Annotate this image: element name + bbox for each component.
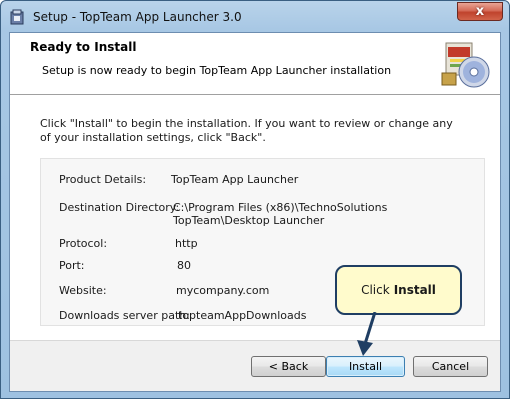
title-bar[interactable]: Setup - TopTeam App Launcher 3.0 x [1, 1, 509, 33]
cancel-button[interactable]: Cancel [413, 356, 488, 377]
back-button[interactable]: < Back [251, 356, 326, 377]
website-label: Website: [59, 284, 107, 297]
setup-box-cd-icon [441, 42, 490, 88]
protocol-value: http [175, 237, 198, 250]
close-button[interactable]: x [457, 2, 503, 21]
port-value: 80 [177, 259, 191, 272]
destination-directory-value: C:\Program Files (x86)\TechnoSolutions T… [173, 201, 388, 227]
page-title: Ready to Install [30, 40, 137, 54]
close-icon: x [475, 4, 485, 19]
window-title: Setup - TopTeam App Launcher 3.0 [33, 10, 242, 24]
downloads-server-path-value: topteamAppDownloads [178, 309, 307, 322]
button-bar-divider [10, 340, 500, 341]
intro-text: Click "Install" to begin the installatio… [40, 117, 453, 144]
setup-app-icon [10, 9, 24, 25]
callout-arrow-icon [357, 312, 377, 356]
destination-directory-label: Destination Directory: [59, 201, 180, 214]
page-subtitle: Setup is now ready to begin TopTeam App … [42, 64, 392, 77]
website-value: mycompany.com [176, 284, 270, 297]
wizard-header: Ready to Install Setup is now ready to b… [10, 33, 500, 95]
product-details-value: TopTeam App Launcher [171, 173, 299, 186]
protocol-label: Protocol: [59, 237, 108, 250]
downloads-server-path-label: Downloads server path: [59, 309, 190, 322]
callout-action: Install [393, 283, 436, 297]
port-label: Port: [59, 259, 85, 272]
callout-prefix: Click [361, 283, 390, 297]
wizard-client-area: Ready to Install Setup is now ready to b… [9, 32, 501, 392]
click-install-callout: Click Install [335, 265, 462, 315]
setup-window: Setup - TopTeam App Launcher 3.0 x Ready… [0, 0, 510, 399]
product-details-label: Product Details: [59, 173, 147, 186]
